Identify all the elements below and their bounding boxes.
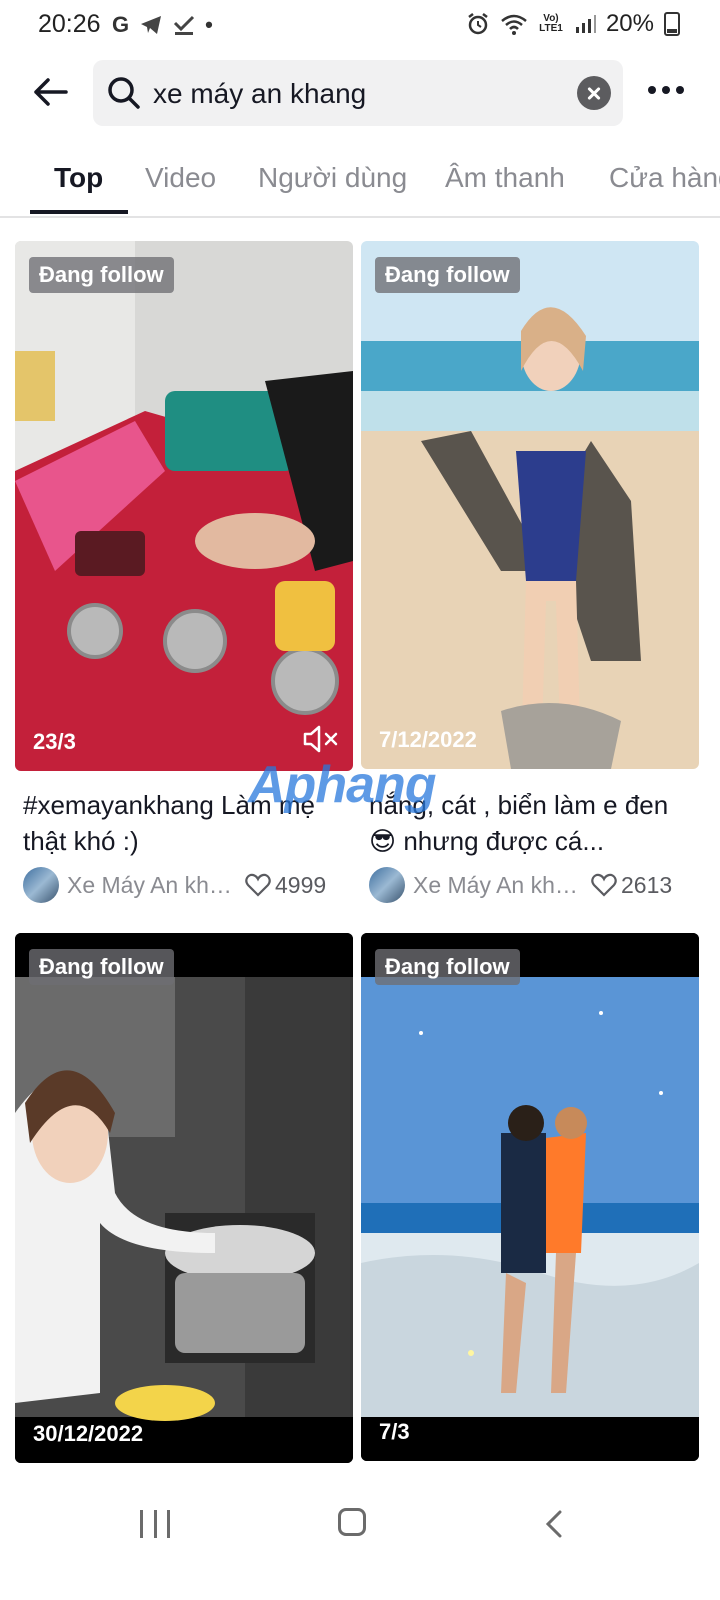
search-query: xe máy an khang: [153, 78, 367, 109]
following-badge: Đang follow: [375, 949, 520, 985]
result-tabs: Top Video Người dùng Âm thanh Cửa hàng: [0, 140, 720, 218]
video-date: 30/12/2022: [33, 1421, 144, 1446]
heart-icon: [245, 873, 271, 897]
thumbnail-image: [361, 241, 699, 769]
back-icon[interactable]: [540, 1508, 572, 1540]
dot-icon: •: [205, 12, 213, 37]
video-card[interactable]: Đang follow 7/3: [361, 933, 699, 1461]
system-nav-bar: [0, 1490, 720, 1600]
watermark-logo: Aphang: [248, 756, 437, 814]
video-date: 7/3: [379, 1419, 410, 1444]
video-thumbnail[interactable]: Đang follow 23/3: [15, 241, 353, 771]
signal-icon: [575, 15, 596, 33]
heart-icon: [591, 873, 617, 897]
wifi-icon: [501, 14, 527, 35]
video-meta: Xe Máy An khang 4999: [23, 865, 353, 905]
status-time: 20:26: [38, 10, 101, 38]
tab-shop[interactable]: Cửa hàng: [609, 162, 720, 194]
alarm-icon: [468, 13, 488, 35]
google-icon: G: [112, 12, 130, 37]
author-name[interactable]: Xe Máy An khang: [413, 872, 583, 899]
battery-percent: 20%: [605, 10, 654, 37]
battery-icon: [664, 12, 680, 36]
tab-top[interactable]: Top: [54, 162, 103, 194]
following-badge: Đang follow: [29, 949, 174, 985]
home-icon[interactable]: [338, 1508, 366, 1536]
following-badge: Đang follow: [375, 257, 520, 293]
avatar[interactable]: [23, 867, 59, 903]
video-thumbnail[interactable]: Đang follow 30/12/2022: [15, 933, 353, 1463]
author-name[interactable]: Xe Máy An khang: [67, 872, 237, 899]
following-badge: Đang follow: [29, 257, 174, 293]
more-options-icon[interactable]: [648, 86, 684, 94]
system-indicators: Vo) LTE1 20%: [466, 10, 680, 38]
back-arrow-icon[interactable]: [28, 70, 72, 114]
search-header: xe máy an khang: [0, 58, 720, 128]
tab-users[interactable]: Người dùng: [258, 162, 407, 194]
search-icon: [108, 77, 140, 109]
search-input[interactable]: xe máy an khang: [93, 60, 623, 126]
telegram-icon: [141, 16, 162, 34]
video-date: 7/12/2022: [379, 727, 477, 752]
recents-icon[interactable]: [140, 1510, 170, 1538]
network-label: Vo) LTE1: [539, 13, 563, 34]
thumbnail-image: [15, 933, 353, 1463]
like-count: 2613: [621, 871, 673, 898]
tab-video[interactable]: Video: [145, 162, 216, 194]
avatar[interactable]: [369, 867, 405, 903]
video-thumbnail[interactable]: Đang follow 7/3: [361, 933, 699, 1461]
mute-icon[interactable]: [301, 723, 341, 755]
clear-search-button[interactable]: [577, 76, 611, 110]
thumbnail-image: [361, 933, 699, 1461]
video-date: 23/3: [33, 729, 76, 754]
status-bar: 20:26 G • Vo) LTE1 20%: [0, 0, 720, 54]
video-thumbnail[interactable]: Đang follow 7/12/2022: [361, 241, 699, 769]
active-tab-indicator: [30, 210, 128, 214]
like-count: 4999: [275, 871, 327, 898]
thumbnail-image: [15, 241, 353, 771]
video-meta: Xe Máy An khang 2613: [369, 865, 699, 905]
check-icon: [174, 15, 195, 35]
video-card[interactable]: Đang follow 30/12/2022: [15, 933, 353, 1463]
tab-sounds[interactable]: Âm thanh: [445, 162, 565, 194]
notification-icons: G •: [112, 12, 213, 38]
